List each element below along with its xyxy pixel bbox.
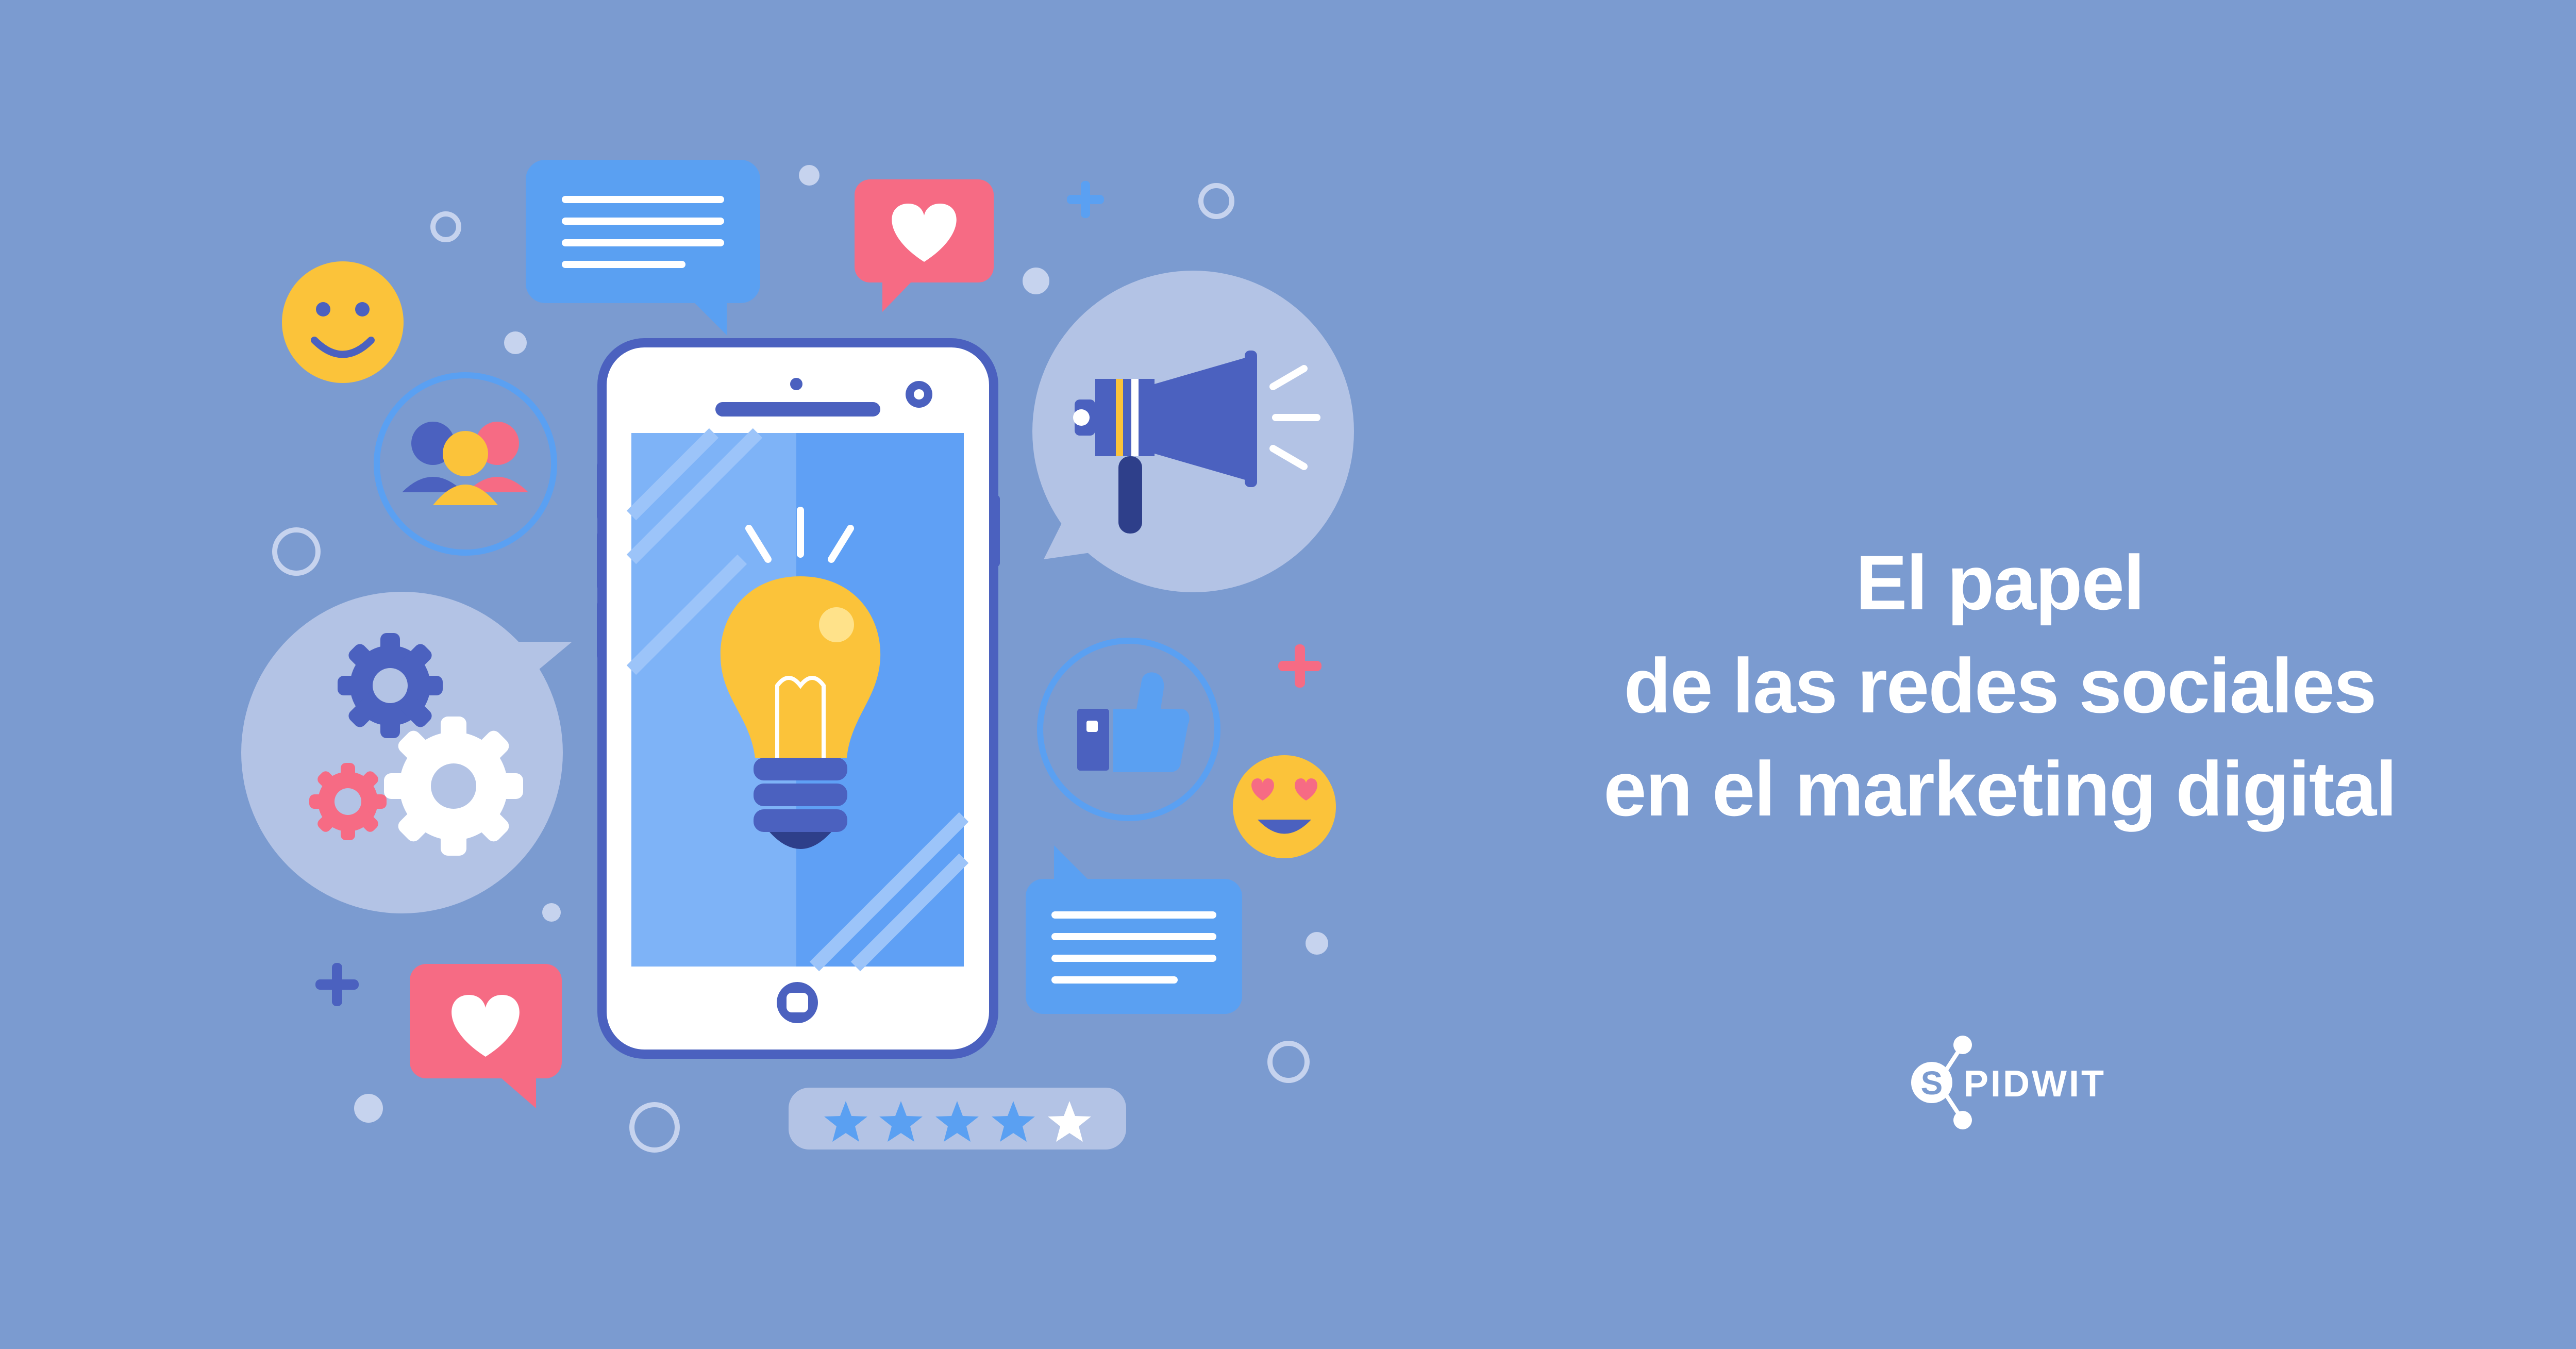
heart-icon (410, 964, 562, 1108)
star-rating (789, 1088, 1126, 1150)
megaphone-icon (1032, 271, 1354, 592)
thumbs-up-icon (1037, 638, 1220, 821)
headline-line-2: de las redes sociales (1624, 642, 2377, 729)
gears-icon (241, 592, 572, 913)
logo-letter: S (1921, 1064, 1943, 1102)
headline: El papel de las redes sociales en el mar… (1536, 531, 2464, 840)
headline-line-1: El papel (1855, 539, 2145, 626)
logo-icon: S (1911, 1036, 1972, 1129)
brand-name: PIDWIT (1964, 1063, 2106, 1105)
group-icon (374, 372, 557, 556)
heart-icon (855, 179, 994, 312)
plus-icon (315, 963, 359, 1006)
plus-icon (1278, 644, 1322, 688)
heart-eyes-icon (1233, 755, 1336, 858)
brand-logo: S PIDWIT (1902, 1034, 2106, 1131)
smiley-icon (282, 261, 404, 383)
chat-bubble-icon (526, 160, 760, 335)
chat-bubble-icon (1026, 845, 1242, 1014)
headline-line-3: en el marketing digital (1603, 745, 2397, 832)
plus-icon (1067, 181, 1104, 218)
